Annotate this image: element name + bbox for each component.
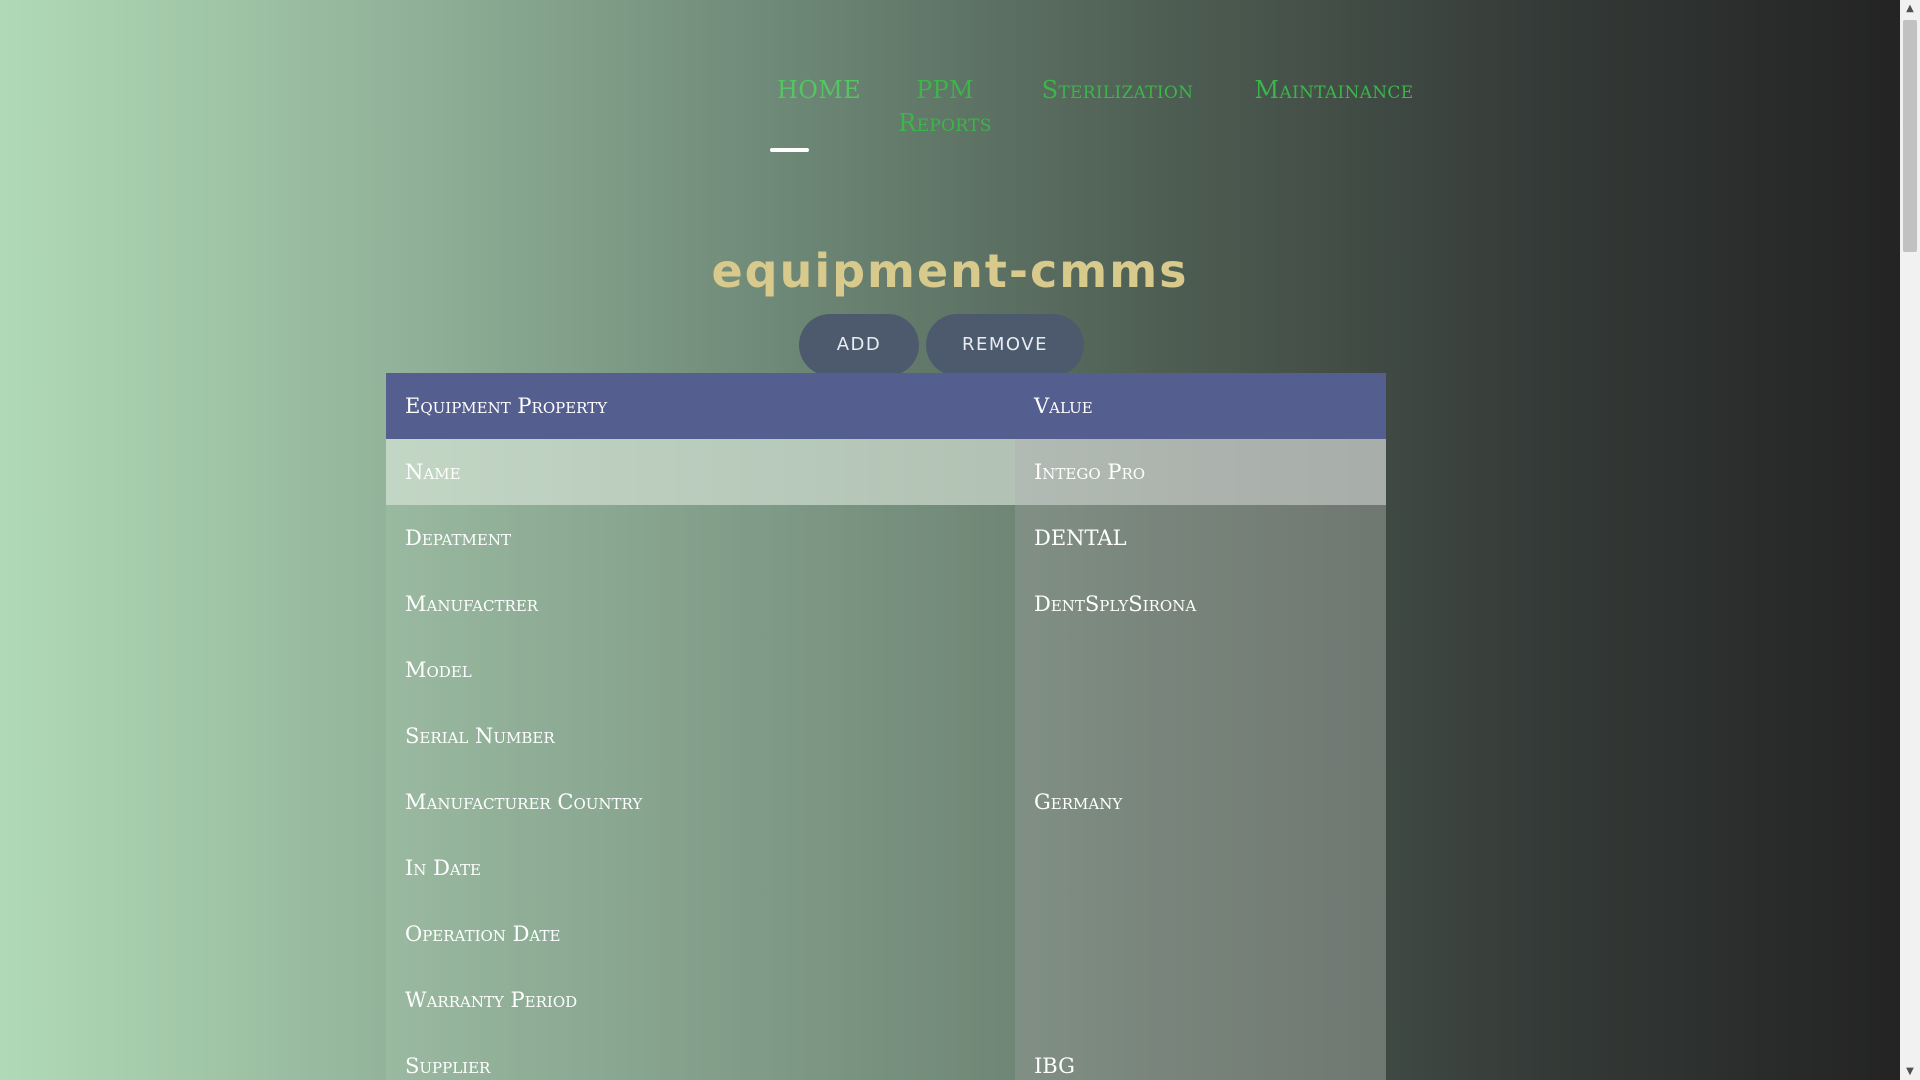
property-cell: Operation Date [386,901,1015,967]
property-cell: Warranty Period [386,967,1015,1033]
page-title: equipment-cmms [711,244,1189,298]
header-value: Value [1015,373,1386,439]
nav-ppm-reports[interactable]: PPM Reports [880,74,1010,140]
value-cell [1015,967,1386,1033]
add-button[interactable]: ADD [799,314,919,376]
property-cell: Serial Number [386,703,1015,769]
scroll-thumb[interactable] [1903,20,1917,252]
equipment-table-container: Equipment Property Value Name Intego Pro… [386,373,1386,1080]
value-cell: DentSplySirona [1015,571,1386,637]
scroll-up-arrow-icon[interactable]: ▲ [1900,0,1920,17]
table-row[interactable]: Depatment DENTAL [386,505,1386,571]
value-cell: Germany [1015,769,1386,835]
property-cell: Model [386,637,1015,703]
property-cell: Manufacturer Country [386,769,1015,835]
page-scrollbar[interactable]: ▲ ▼ [1900,0,1920,1080]
property-cell: Manufactrer [386,571,1015,637]
value-cell: IBG [1015,1033,1386,1080]
table-row[interactable]: In Date [386,835,1386,901]
table-row[interactable]: Name Intego Pro [386,439,1386,505]
value-cell [1015,637,1386,703]
nav-active-indicator [770,148,809,152]
table-row[interactable]: Supplier IBG [386,1033,1386,1080]
table-row[interactable]: Manufacturer Country Germany [386,769,1386,835]
table-row[interactable]: Serial Number [386,703,1386,769]
table-row[interactable]: Warranty Period [386,967,1386,1033]
equipment-table: Equipment Property Value Name Intego Pro… [386,373,1386,1080]
table-row[interactable]: Operation Date [386,901,1386,967]
nav-sterilization[interactable]: Sterilization [1030,74,1205,107]
scroll-down-arrow-icon[interactable]: ▼ [1900,1063,1920,1080]
main-nav: HOME PPM Reports Sterilization Maintaina… [760,74,1460,174]
property-cell: Supplier [386,1033,1015,1080]
value-cell [1015,703,1386,769]
nav-maintainance[interactable]: Maintainance [1234,74,1434,107]
table-row[interactable]: Manufactrer DentSplySirona [386,571,1386,637]
header-equipment-property: Equipment Property [386,373,1015,439]
property-cell: In Date [386,835,1015,901]
property-cell: Depatment [386,505,1015,571]
nav-home[interactable]: HOME [774,74,864,107]
value-cell [1015,835,1386,901]
value-cell: Intego Pro [1015,439,1386,505]
remove-button[interactable]: REMOVE [926,314,1084,376]
property-cell: Name [386,439,1015,505]
value-cell [1015,901,1386,967]
value-cell: DENTAL [1015,505,1386,571]
table-header-row: Equipment Property Value [386,373,1386,439]
table-row[interactable]: Model [386,637,1386,703]
